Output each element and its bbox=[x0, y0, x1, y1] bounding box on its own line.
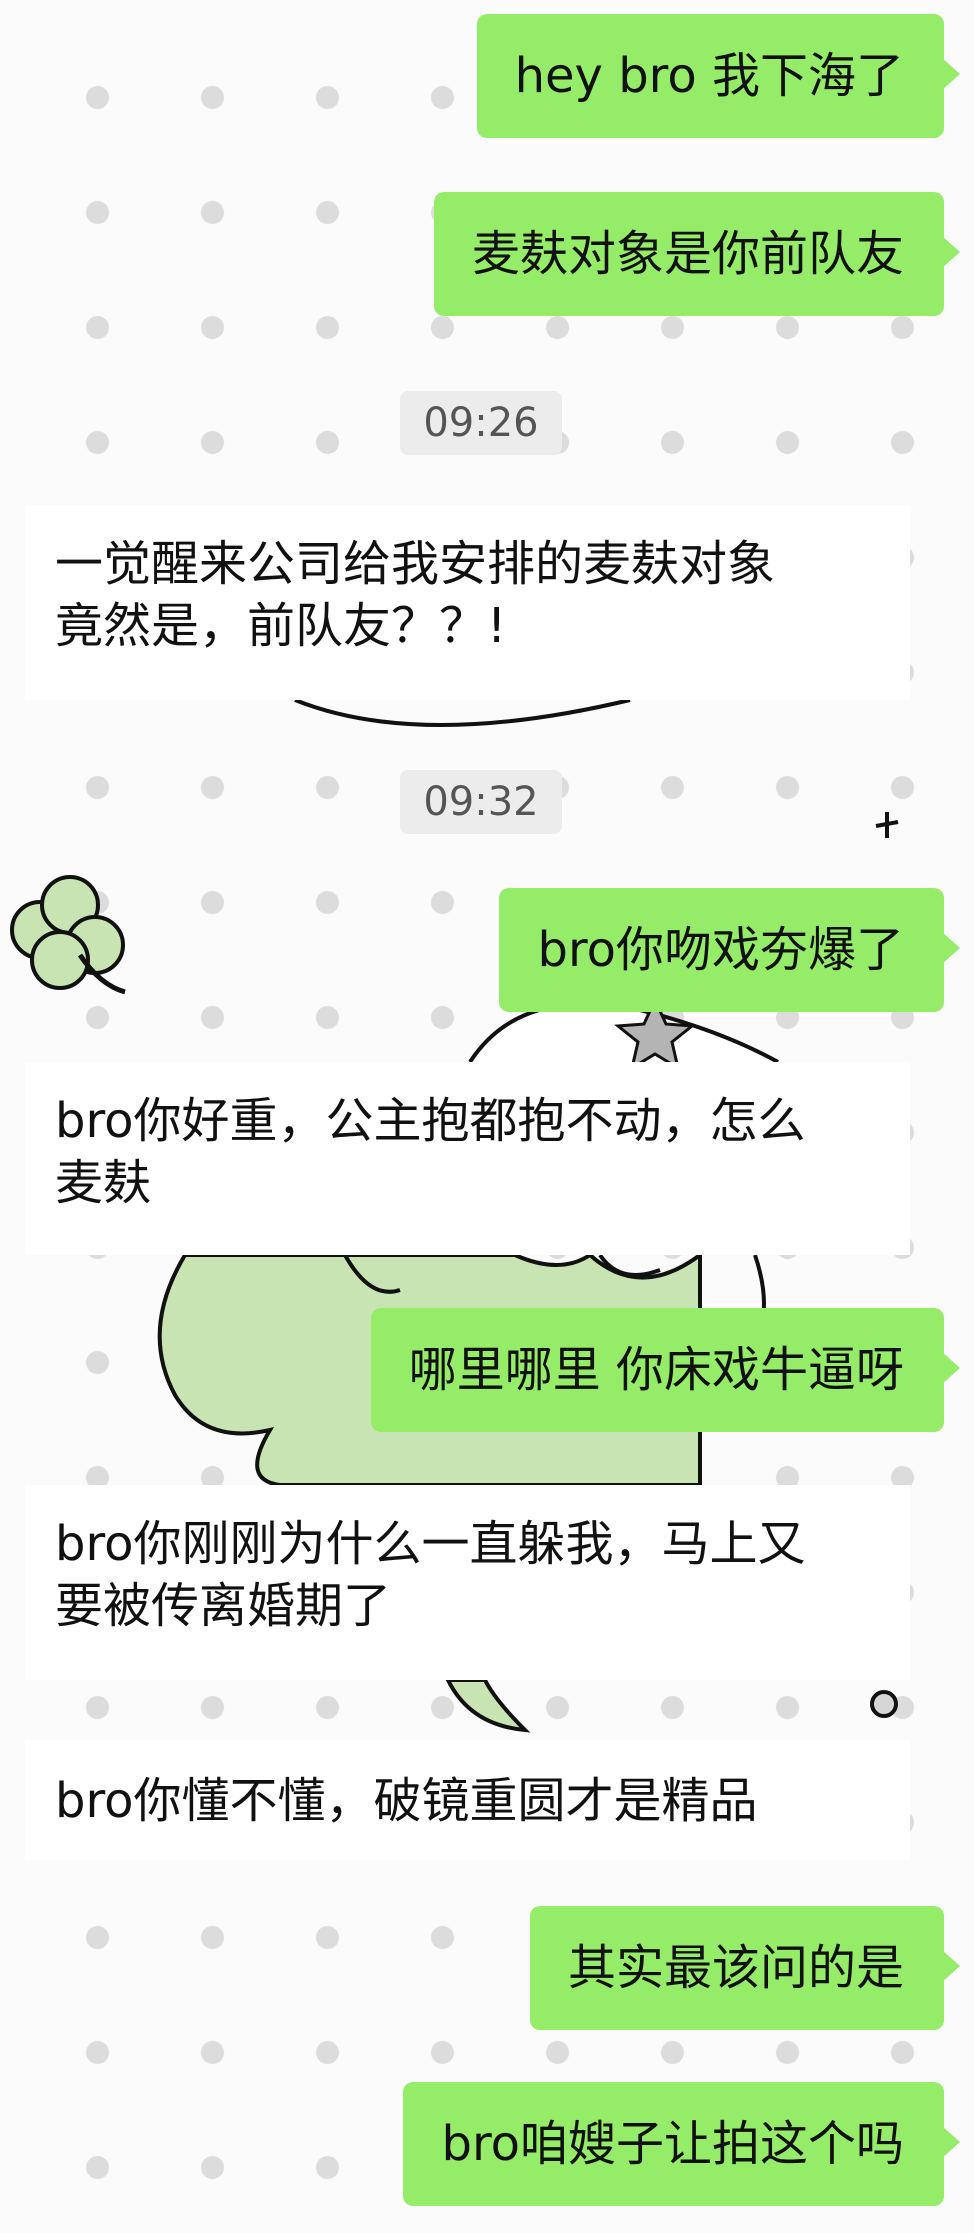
message-bubble-sent[interactable]: bro咱嫂子让拍这个吗 bbox=[403, 2082, 960, 2206]
message-bubble-sent[interactable]: 哪里哪里 你床戏牛逼呀 bbox=[370, 1308, 961, 1432]
message-text-block[interactable]: bro你懂不懂，破镜重圆才是精品 bbox=[25, 1740, 910, 1860]
message-bubble-sent[interactable]: bro你吻戏夯爆了 bbox=[499, 888, 960, 1012]
message-text-block[interactable]: 一觉醒来公司给我安排的麦麸对象 竟然是，前队友？？! bbox=[25, 505, 910, 700]
message-line: 要被传离婚期了 bbox=[55, 1578, 392, 1634]
timestamp: 09:32 bbox=[400, 770, 562, 834]
message-line: 麦麸 bbox=[55, 1155, 152, 1211]
message-bubble-sent[interactable]: 麦麸对象是你前队友 bbox=[433, 192, 961, 316]
message-line: bro你懂不懂，破镜重圆才是精品 bbox=[55, 1773, 758, 1829]
message-bubble-sent[interactable]: hey bro 我下海了 bbox=[476, 14, 961, 138]
message-line: 竟然是，前队友？？! bbox=[55, 598, 507, 654]
message-line: bro你好重，公主抱都抱不动，怎么 bbox=[55, 1093, 806, 1149]
message-line: 一觉醒来公司给我安排的麦麸对象 bbox=[55, 536, 776, 592]
timestamp: 09:26 bbox=[400, 391, 562, 455]
clover-icon bbox=[10, 875, 126, 995]
sparkle-icon bbox=[875, 812, 899, 838]
message-text-block[interactable]: bro你刚刚为什么一直躲我，马上又 要被传离婚期了 bbox=[25, 1485, 910, 1680]
message-text-block[interactable]: bro你好重，公主抱都抱不动，怎么 麦麸 bbox=[25, 1062, 910, 1255]
message-bubble-sent[interactable]: 其实最该问的是 bbox=[529, 1906, 961, 2030]
message-line: bro你刚刚为什么一直躲我，马上又 bbox=[55, 1516, 806, 1572]
